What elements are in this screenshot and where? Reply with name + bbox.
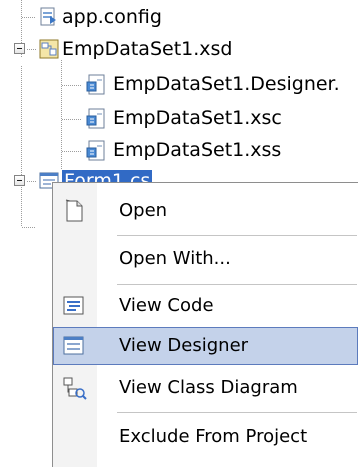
view-designer-icon [61,333,87,359]
collapse-toggle-icon[interactable] [14,175,25,186]
menu-item-label: Open With... [119,248,231,269]
tree-line [62,119,82,120]
menu-separator [117,284,357,285]
menu-separator [117,412,357,413]
tree-item-label: app.config [62,6,162,28]
dataset-file-icon [38,38,60,64]
tree-item-label: EmpDataSet1.xss [113,139,282,161]
menu-item-view-designer[interactable]: View Designer [53,327,358,365]
tree-item-empdataset-xss[interactable]: EmpDataSet1.xss [113,139,281,161]
menu-item-view-code[interactable]: View Code [53,287,358,325]
menu-item-label: Exclude From Project [119,426,308,447]
tree-item-label: EmpDataSet1.Designer. [113,73,340,95]
tree-line [22,17,36,18]
tree-line [21,66,22,176]
tree-line [61,60,62,170]
tree-item-label: EmpDataSet1.xsd [62,38,233,60]
tree-line [27,181,36,182]
menu-item-label: Open [119,200,168,221]
menu-item-open-with[interactable]: Open With... [53,240,358,278]
class-diagram-icon [61,375,87,401]
tree-line [62,151,82,152]
menu-item-open[interactable]: Open [53,192,358,230]
tree-item-label: EmpDataSet1.xsc [113,107,282,129]
menu-item-view-class-diagram[interactable]: View Class Diagram [53,369,358,407]
menu-item-label: View Designer [119,335,249,356]
tree-line [27,49,36,50]
view-code-icon [61,293,87,319]
tree-line [62,85,82,86]
config-file-icon [38,6,60,32]
tree-item-empdataset-designer[interactable]: EmpDataSet1.Designer. [113,73,340,95]
cs-file-icon [84,106,110,136]
menu-separator [117,235,357,236]
collapse-toggle-icon[interactable] [14,43,25,54]
tree-item-empdataset-xsd[interactable]: EmpDataSet1.xsd [62,38,232,60]
cs-file-icon [84,138,110,168]
tree-line [21,187,22,227]
tree-line [22,227,36,228]
menu-item-label: View Class Diagram [119,377,298,398]
menu-item-label: View Code [119,295,214,316]
cs-file-icon [84,72,110,102]
context-menu: Open Open With... View Code View Designe… [52,182,358,467]
tree-item-empdataset-xsc[interactable]: EmpDataSet1.xsc [113,107,282,129]
tree-item-app-config[interactable]: app.config [62,6,162,28]
menu-item-exclude-from-project[interactable]: Exclude From Project [53,418,358,456]
open-document-icon [61,198,87,224]
